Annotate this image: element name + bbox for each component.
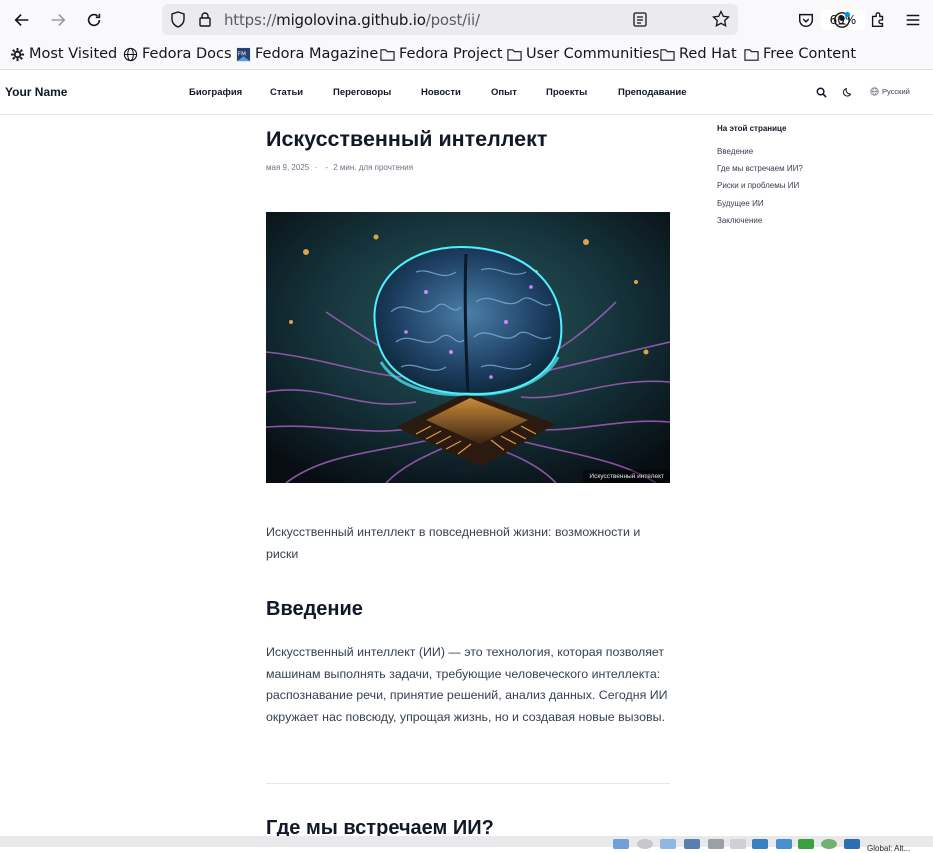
language-selector[interactable]: Русский bbox=[870, 87, 910, 96]
system-tray: Global: Alt... bbox=[0, 836, 933, 853]
nav-biography[interactable]: Биография bbox=[189, 87, 242, 98]
toc-item-introduction[interactable]: Введение bbox=[717, 147, 753, 156]
nav-experience[interactable]: Опыт bbox=[491, 87, 517, 98]
tray-app-icon[interactable] bbox=[637, 839, 653, 849]
nav-news[interactable]: Новости bbox=[421, 87, 461, 98]
globe-icon bbox=[870, 87, 879, 96]
bookmark-label: User Communities bbox=[526, 46, 660, 62]
back-button[interactable] bbox=[8, 6, 36, 34]
account-icon bbox=[834, 11, 851, 28]
toc-item-future[interactable]: Будущее ИИ bbox=[717, 199, 764, 208]
address-bar[interactable]: https://migolovina.github.io/post/ii/ 60… bbox=[162, 4, 865, 35]
search-icon bbox=[816, 87, 827, 98]
bookmark-label: Fedora Project bbox=[399, 46, 503, 62]
brain-chip-illustration bbox=[266, 212, 670, 483]
tray-app-icon[interactable] bbox=[684, 839, 700, 849]
menu-button[interactable] bbox=[899, 6, 927, 34]
lock-icon bbox=[199, 12, 211, 27]
reading-time: 2 мин. для прочтения bbox=[333, 163, 414, 172]
theme-toggle-button[interactable] bbox=[841, 85, 855, 99]
tray-app-icon[interactable] bbox=[708, 839, 724, 849]
article-date: мая 9, 2025 bbox=[266, 163, 310, 172]
reader-view-icon[interactable] bbox=[633, 12, 647, 27]
toc-item-conclusion[interactable]: Заключение bbox=[717, 216, 762, 225]
tray-app-icon[interactable] bbox=[844, 839, 860, 849]
nav-teaching[interactable]: Преподавание bbox=[618, 87, 687, 98]
site-brand[interactable]: Your Name bbox=[5, 85, 67, 99]
svg-text:FM: FM bbox=[238, 51, 246, 57]
folder-icon bbox=[380, 48, 395, 61]
bookmark-red-hat[interactable]: Red Hat bbox=[660, 46, 737, 62]
bookmarks-bar: Most Visited Fedora Docs FM Fedora Magaz… bbox=[0, 40, 933, 70]
bookmark-fedora-magazine[interactable]: FM Fedora Magazine bbox=[236, 46, 378, 62]
tray-label: Global: Alt... bbox=[867, 844, 911, 853]
arrow-left-icon bbox=[14, 14, 29, 26]
shield-icon bbox=[171, 11, 185, 28]
article-meta: мая 9, 2025 · - 2 мин. для прочтения bbox=[266, 163, 413, 172]
article-lead: Искусственный интеллект в повседневной ж… bbox=[266, 525, 641, 561]
folder-icon bbox=[660, 48, 675, 61]
bookmark-label: Fedora Magazine bbox=[255, 46, 379, 62]
article-title: Искусственный интеллект bbox=[266, 127, 548, 151]
bookmark-label: Fedora Docs bbox=[142, 46, 232, 62]
bookmark-free-content[interactable]: Free Content bbox=[744, 46, 856, 62]
fm-icon: FM bbox=[236, 47, 251, 61]
pocket-button[interactable] bbox=[792, 6, 820, 34]
bookmark-label: Red Hat bbox=[679, 46, 737, 62]
toc-title: На этой странице bbox=[717, 124, 787, 133]
tray-app-icon[interactable] bbox=[730, 839, 746, 849]
forward-button[interactable] bbox=[44, 6, 72, 34]
puzzle-icon bbox=[871, 12, 884, 27]
bookmark-label: Most Visited bbox=[29, 46, 118, 62]
url-host: migolovina.github.io bbox=[276, 11, 426, 29]
section-heading-introduction: Введение bbox=[266, 598, 363, 620]
url-path: /post/ii/ bbox=[425, 11, 480, 29]
tray-app-icon[interactable] bbox=[752, 839, 768, 849]
bookmark-fedora-docs[interactable]: Fedora Docs bbox=[123, 46, 232, 62]
language-label: Русский bbox=[882, 87, 910, 96]
introduction-paragraph: Искусственный интеллект (ИИ) — это техно… bbox=[266, 645, 668, 724]
image-caption: Искусственный интелект bbox=[583, 470, 670, 483]
meta-separator: · bbox=[314, 163, 318, 172]
tray-app-icon[interactable] bbox=[821, 839, 837, 849]
url-text: https://migolovina.github.io/post/ii/ bbox=[224, 11, 480, 29]
folder-icon bbox=[507, 48, 522, 61]
globe-icon bbox=[123, 47, 138, 61]
bookmark-fedora-project[interactable]: Fedora Project bbox=[380, 46, 503, 62]
account-button[interactable] bbox=[828, 6, 856, 34]
extensions-button[interactable] bbox=[864, 6, 892, 34]
toc-item-where-ai[interactable]: Где мы встречаем ИИ? bbox=[717, 164, 803, 173]
section-divider bbox=[266, 783, 670, 784]
hamburger-icon bbox=[906, 14, 920, 26]
gear-icon bbox=[10, 47, 25, 61]
reload-icon bbox=[87, 13, 101, 27]
tray-app-icon[interactable] bbox=[660, 839, 676, 849]
arrow-right-icon bbox=[51, 14, 66, 26]
meta-separator: - bbox=[325, 163, 329, 172]
pocket-icon bbox=[798, 13, 814, 28]
site-navbar: Your Name Биография Статьи Переговоры Но… bbox=[0, 71, 933, 115]
browser-toolbar: https://migolovina.github.io/post/ii/ 60… bbox=[0, 0, 933, 40]
bookmark-most-visited[interactable]: Most Visited bbox=[10, 46, 117, 62]
toc-item-risks[interactable]: Риски и проблемы ИИ bbox=[717, 181, 799, 190]
tray-app-icon[interactable] bbox=[613, 839, 629, 849]
star-icon[interactable] bbox=[712, 10, 730, 28]
nav-talks[interactable]: Переговоры bbox=[333, 87, 391, 98]
tray-app-icon[interactable] bbox=[798, 839, 814, 849]
bookmark-user-communities[interactable]: User Communities bbox=[507, 46, 660, 62]
url-scheme: https:// bbox=[224, 11, 277, 29]
search-button[interactable] bbox=[814, 85, 828, 99]
bookmark-label: Free Content bbox=[763, 46, 857, 62]
tray-app-icon[interactable] bbox=[776, 839, 792, 849]
folder-icon bbox=[744, 48, 759, 61]
nav-projects[interactable]: Проекты bbox=[546, 87, 587, 98]
nav-articles[interactable]: Статьи bbox=[270, 87, 303, 98]
reload-button[interactable] bbox=[80, 6, 108, 34]
moon-icon bbox=[843, 87, 852, 97]
hero-image: Искусственный интелект bbox=[266, 212, 670, 483]
